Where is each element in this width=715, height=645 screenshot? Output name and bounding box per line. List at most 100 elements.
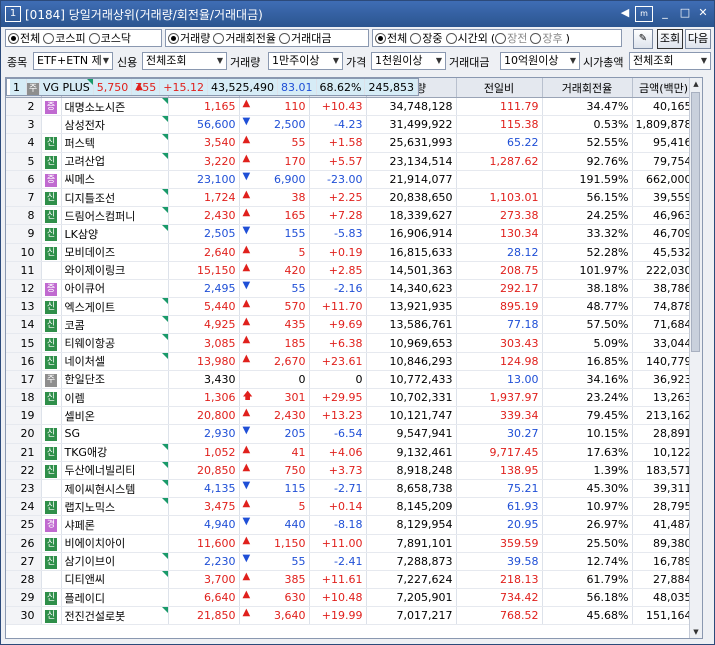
- minimize-icon[interactable]: _: [657, 6, 673, 20]
- table-row[interactable]: 15 신 티웨이항공 3,085 ▲ 185 +6.38 10,969,653 303.43 5.…: [6, 333, 696, 353]
- table-row[interactable]: 28 디티앤씨 3,700 ▲ 385 +11.61 7,227,624 218.13 61.7…: [6, 570, 696, 590]
- market-badge-cell: 신: [41, 461, 62, 480]
- stock-name-cell[interactable]: 랩지노믹스: [61, 497, 169, 517]
- stock-name-cell[interactable]: 드림어스컴퍼니: [61, 206, 169, 226]
- stock-name-cell[interactable]: TKG애강: [61, 443, 169, 462]
- table-row[interactable]: 11 와이제이링크 15,150 ▲ 420 +2.85 14,501,363 208.75 1…: [6, 261, 696, 280]
- table-row[interactable]: 14 신 코콤 4,925 ▲ 435 +9.69 13,586,761 77.18 57.50%…: [6, 315, 696, 335]
- table-row[interactable]: 17 주 한일단조 3,430 0 0 10,772,433 13.00 34.16% 36,92…: [6, 370, 696, 390]
- table-row[interactable]: 29 신 플레이디 6,640 ▲ 630 +10.48 7,205,901 734.42 56.…: [6, 588, 696, 608]
- stock-name-cell[interactable]: 이렘: [61, 388, 169, 408]
- table-row[interactable]: 18 신 이렘 1,306 🡅 301 +29.95 10,702,331 1,937.97 23…: [6, 388, 696, 408]
- session-radio-preopen[interactable]: 장전: [495, 30, 527, 46]
- stock-name-cell[interactable]: 모비데이즈: [61, 243, 169, 262]
- volume-select[interactable]: 1만주이상 ▼: [268, 52, 343, 70]
- stock-name-cell[interactable]: VG PLUS: [39, 79, 94, 95]
- table-row[interactable]: 10 신 모비데이즈 2,640 ▲ 5 +0.19 16,815,633 28.12 52.28…: [6, 243, 696, 262]
- table-row[interactable]: 16 신 네이처셀 13,980 ▲ 2,670 +23.61 10,846,293 124.9…: [6, 352, 696, 371]
- stock-name-cell[interactable]: 샤페론: [61, 515, 169, 535]
- table-row[interactable]: 8 신 드림어스컴퍼니 2,430 ▲ 165 +7.28 18,339,627 273.38 2…: [6, 206, 696, 226]
- session-radio-regular[interactable]: 장중: [410, 30, 443, 46]
- session-radio-afterhours[interactable]: 시간외: [445, 30, 488, 46]
- stock-name-cell[interactable]: 와이제이링크: [61, 261, 169, 280]
- prev-ratio-cell: 9,717.45: [456, 443, 543, 462]
- table-row[interactable]: 25 경 샤페론 4,940 ▼ 440 -8.18 8,129,954 20.95 26.97%…: [6, 515, 696, 535]
- amount-select[interactable]: 10억원이상 ▼: [500, 52, 580, 70]
- scroll-down-icon[interactable]: ▼: [690, 626, 702, 638]
- stock-name-cell[interactable]: SG: [61, 424, 169, 444]
- stock-name-cell[interactable]: 씨메스: [61, 170, 169, 189]
- market-radio-kosdaq[interactable]: 코스닥: [88, 30, 131, 46]
- table-row[interactable]: 27 신 삼기이브이 2,230 ▼ 55 -2.41 7,288,873 39.58 12.74…: [6, 552, 696, 571]
- market-radio-kospi[interactable]: 코스피: [43, 30, 86, 46]
- stock-name-cell[interactable]: 코콤: [61, 315, 169, 335]
- stock-name-cell[interactable]: 두산에너빌리티: [61, 461, 169, 480]
- table-row[interactable]: 3 삼성전자 56,600 ▼ 2,500 -4.23 31,499,922 115.38 0.…: [6, 115, 696, 135]
- stock-name-cell[interactable]: 삼기이브이: [61, 552, 169, 571]
- table-row[interactable]: 20 신 SG 2,930 ▼ 205 -6.54 9,547,941 30.27 10.15% 2…: [6, 424, 696, 444]
- stock-name-cell[interactable]: 전진건설로봇: [61, 606, 169, 626]
- close-icon[interactable]: ✕: [695, 6, 711, 20]
- prev-ratio-cell: 28.12: [456, 243, 543, 262]
- vertical-scrollbar[interactable]: ▲ ▼: [689, 78, 702, 638]
- table-row[interactable]: 22 신 두산에너빌리티 20,850 ▲ 750 +3.73 8,918,248 138.95…: [6, 461, 696, 480]
- table-row[interactable]: 7 신 디지틀조선 1,724 ▲ 38 +2.25 20,838,650 1,103.01 56…: [6, 188, 696, 208]
- stock-name-cell[interactable]: 플레이디: [61, 588, 169, 608]
- price-select[interactable]: 1천원이상 ▼: [371, 52, 446, 70]
- table-row[interactable]: 30 신 전진건설로봇 21,850 ▲ 3,640 +19.99 7,017,217 768.…: [6, 606, 696, 626]
- next-button[interactable]: 다음: [685, 29, 711, 49]
- stock-name-cell[interactable]: 셀비온: [61, 406, 169, 426]
- stock-name-cell[interactable]: 아이큐어: [61, 279, 169, 299]
- jongmok-select[interactable]: ETF+ETN 제 ▼: [33, 52, 113, 70]
- table-row[interactable]: 19 셀비온 20,800 ▲ 2,430 +13.23 10,121,747 339.34 7…: [6, 406, 696, 426]
- stock-name-cell[interactable]: 네이처셀: [61, 352, 169, 371]
- window-mode-icon[interactable]: m: [635, 6, 653, 22]
- stock-name-cell[interactable]: 엑스게이트: [61, 297, 169, 317]
- credit-select[interactable]: 전체조회 ▼: [142, 52, 227, 70]
- stock-name-cell[interactable]: 디지틀조선: [61, 188, 169, 208]
- column-header-amount[interactable]: 금액(백만): [632, 78, 696, 98]
- ranking-table[interactable]: 순위분종목명현재가전일대비등락률거래량전일비거래회전율금액(백만) 1주VG P…: [5, 77, 703, 639]
- table-row[interactable]: 9 신 LK삼양 2,505 ▼ 155 -5.83 16,906,914 130.34 33.3…: [6, 224, 696, 244]
- stock-name-cell[interactable]: 한일단조: [61, 370, 169, 390]
- table-row[interactable]: 26 신 비에이치아이 11,600 ▲ 1,150 +11.00 7,891,101 359.…: [6, 534, 696, 553]
- table-row[interactable]: 2 증 대명소노시즌 1,165 ▲ 110 +10.43 34,748,128 111.79 3…: [6, 98, 696, 117]
- stock-name-cell[interactable]: 디티앤씨: [61, 570, 169, 590]
- sort-radio-amount[interactable]: 거래대금: [278, 30, 331, 46]
- session-radio-postclose[interactable]: 장후: [530, 30, 563, 46]
- pin-icon[interactable]: ✎: [633, 29, 653, 49]
- scroll-up-icon[interactable]: ▲: [690, 78, 702, 90]
- table-row[interactable]: 12 증 아이큐어 2,495 ▼ 55 -2.16 14,340,623 292.17 38.1…: [6, 279, 696, 299]
- stock-name-cell[interactable]: 대명소노시즌: [61, 98, 169, 117]
- table-row[interactable]: 5 신 고려산업 3,220 ▲ 170 +5.57 23,134,514 1,287.62 92…: [6, 152, 696, 171]
- column-header-prev-ratio[interactable]: 전일비: [456, 78, 543, 98]
- mcap-select[interactable]: 전체조회 ▼: [629, 52, 711, 70]
- scroll-thumb[interactable]: [691, 92, 700, 352]
- stock-name-cell[interactable]: 삼성전자: [61, 115, 169, 135]
- table-row[interactable]: 21 신 TKG애강 1,052 ▲ 41 +4.06 9,132,461 9,717.45 17…: [6, 443, 696, 462]
- table-row[interactable]: 1 주 VG PLUS 5,750 ▲ 755 +15.12 43,525,490 83.01 6…: [6, 78, 419, 96]
- query-button[interactable]: 조회: [657, 29, 683, 49]
- stock-name-cell[interactable]: 티웨이항공: [61, 333, 169, 353]
- sort-radio-turnover[interactable]: 거래회전율: [213, 30, 276, 46]
- stock-name-cell[interactable]: 제이씨현시스템: [61, 479, 169, 499]
- market-badge-cell: 신: [41, 297, 62, 317]
- maximize-icon[interactable]: □: [677, 6, 693, 20]
- column-header-turnover[interactable]: 거래회전율: [542, 78, 633, 98]
- change-cell: ▼ 6,900: [239, 170, 310, 189]
- table-row[interactable]: 6 증 씨메스 23,100 ▼ 6,900 -23.00 21,914,077 191.59%…: [6, 170, 696, 189]
- stock-name-cell[interactable]: LK삼양: [61, 224, 169, 244]
- market-radio-all[interactable]: 전체: [8, 30, 40, 46]
- table-row[interactable]: 13 신 엑스게이트 5,440 ▲ 570 +11.70 13,921,935 895.19 4…: [6, 297, 696, 317]
- table-row[interactable]: 24 신 랩지노믹스 3,475 ▲ 5 +0.14 8,145,209 61.93 10.97%…: [6, 497, 696, 517]
- price-cell: 20,850: [168, 461, 240, 480]
- stock-name-cell[interactable]: 고려산업: [61, 152, 169, 171]
- table-row[interactable]: 23 제이씨현시스템 4,135 ▼ 115 -2.71 8,658,738 75.21 45.…: [6, 479, 696, 499]
- market-badge-cell: 증: [41, 98, 62, 117]
- arrow-left-icon[interactable]: ◀: [617, 6, 633, 20]
- stock-name-cell[interactable]: 비에이치아이: [61, 534, 169, 553]
- table-row[interactable]: 4 신 퍼스텍 3,540 ▲ 55 +1.58 25,631,993 65.22 52.55% 9…: [6, 133, 696, 153]
- stock-name-cell[interactable]: 퍼스텍: [61, 133, 169, 153]
- session-radio-all[interactable]: 전체: [375, 30, 407, 46]
- sort-radio-volume[interactable]: 거래량: [168, 30, 210, 46]
